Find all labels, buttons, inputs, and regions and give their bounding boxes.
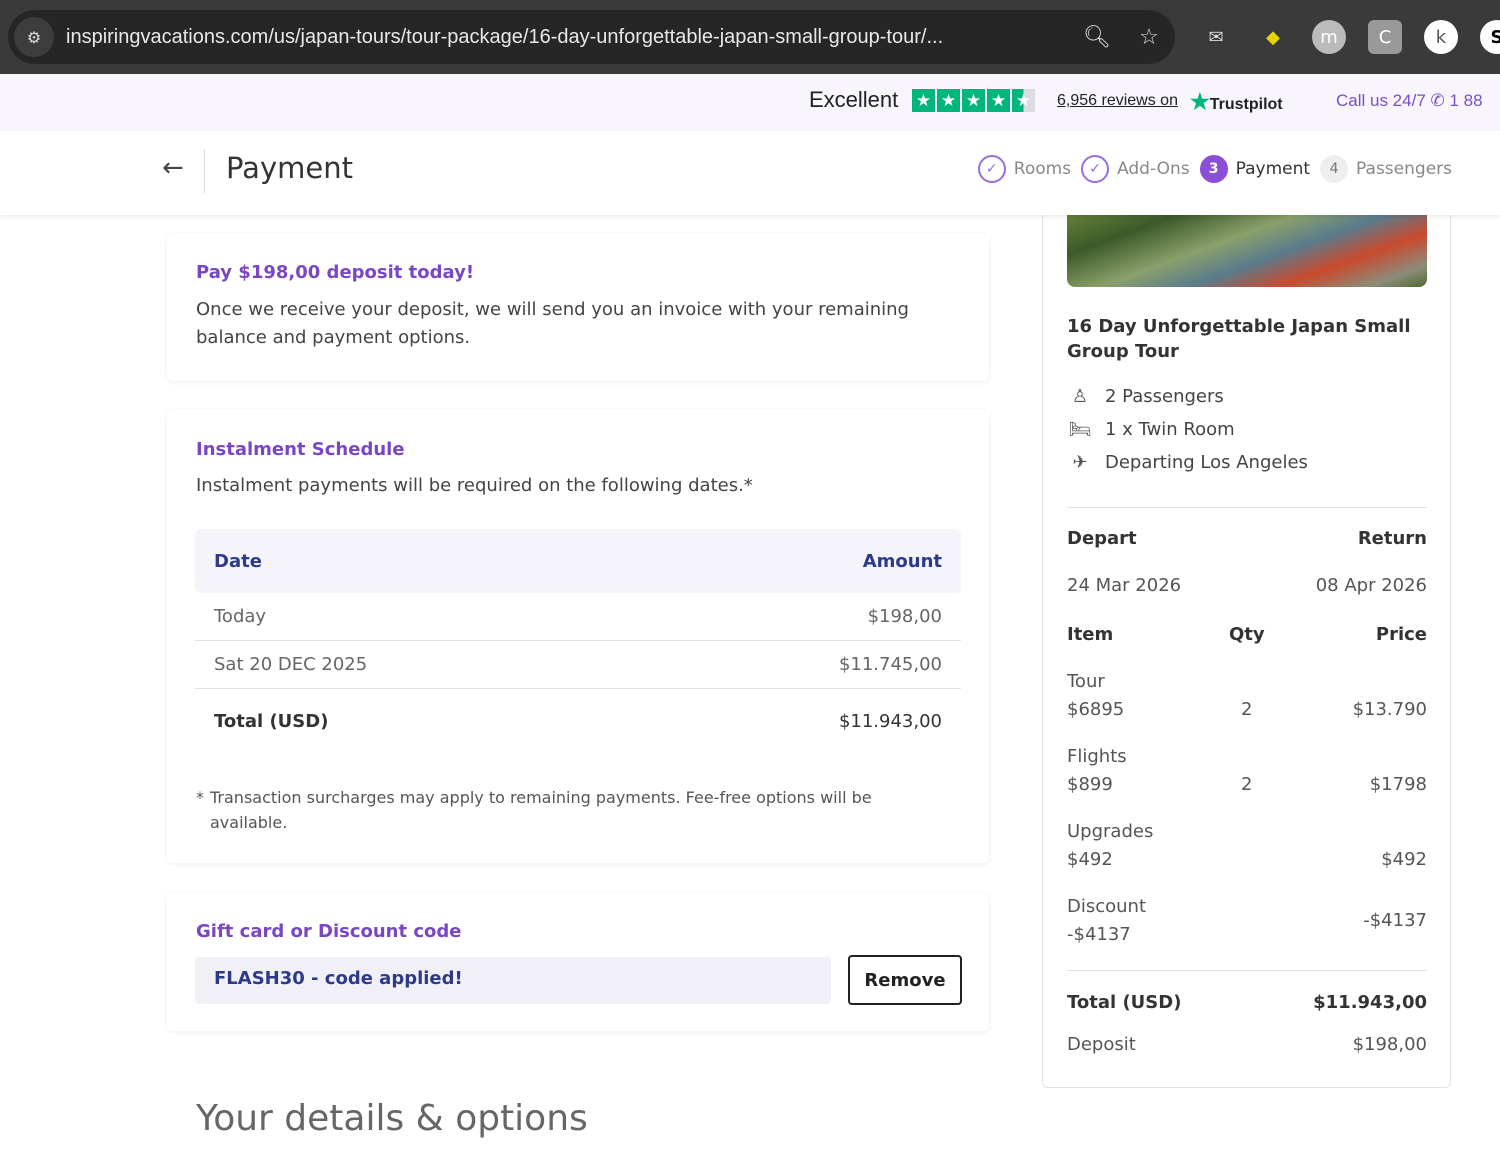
depart-date: 24 Mar 2026	[1067, 575, 1182, 596]
return-date: 08 Apr 2026	[1315, 575, 1427, 596]
instalment-text: Instalment payments will be required on …	[196, 475, 753, 496]
discount-card: Gift card or Discount code FLASH30 - cod…	[167, 893, 989, 1031]
c-extension-icon[interactable]: C	[1368, 20, 1402, 54]
call-us[interactable]: Call us 24/7 ✆ 1 88	[1336, 91, 1483, 111]
checkout-header: ← Payment ✓ Rooms ✓ Add-Ons 3 Payment 4 Pass…	[0, 131, 1500, 215]
profile-avatar[interactable]: S	[1480, 20, 1500, 54]
reviews-link[interactable]: 6,956 reviews on	[1057, 92, 1178, 110]
tour-title: 16 Day Unforgettable Japan Small Group T…	[1067, 316, 1411, 362]
discount-line: Discount -$4137 -$4137	[1067, 896, 1427, 945]
check-icon: ✓	[977, 155, 1006, 183]
summary-total: $11.943,00	[1313, 992, 1427, 1013]
surcharge-note: * Transaction surcharges may apply to rem…	[196, 788, 872, 832]
plane-icon: ✈	[1072, 452, 1088, 473]
browser-toolbar: ⚙ inspiringvacations.com/us/japan-tours/…	[0, 0, 1500, 74]
remove-button[interactable]: Remove	[848, 955, 962, 1005]
check-icon: ✓	[1081, 155, 1110, 183]
summary-deposit: $198,00	[1352, 1034, 1427, 1055]
zoom-icon[interactable]: 🔍︎	[1071, 25, 1123, 50]
back-arrow-icon[interactable]: ←	[162, 153, 184, 183]
rating-label: Excellent	[809, 87, 899, 112]
table-row: Today $198,00	[195, 593, 961, 641]
url-text[interactable]: inspiringvacations.com/us/japan-tours/to…	[66, 26, 1071, 49]
discount-code-field[interactable]: FLASH30 - code applied!	[195, 957, 831, 1004]
person-icon: ♙	[1071, 386, 1089, 407]
instalment-title: Instalment Schedule	[196, 439, 405, 460]
line-item: Flights $899 2 $1798	[1067, 746, 1427, 795]
step-passengers: 4 Passengers	[1320, 155, 1452, 183]
m-extension-icon[interactable]: m	[1312, 20, 1346, 54]
address-bar[interactable]: ⚙ inspiringvacations.com/us/japan-tours/…	[8, 10, 1175, 64]
discount-title: Gift card or Discount code	[196, 921, 462, 942]
deposit-card: Pay $198,00 deposit today! Once we recei…	[167, 234, 989, 381]
ruler-extension-icon[interactable]: ◆	[1256, 20, 1290, 54]
mail-extension-icon[interactable]: ✉	[1199, 20, 1233, 54]
bed-icon: 🛏︎	[1068, 419, 1092, 440]
rating-stars: ★ ★ ★ ★ ★	[912, 89, 1035, 112]
order-summary: 16 Day Unforgettable Japan Small Group T…	[1042, 180, 1451, 1088]
total-row: Total (USD) $11.943,00	[214, 710, 942, 732]
room-info: 🛏︎ 1 x Twin Room	[1068, 419, 1235, 440]
instalment-card: Instalment Schedule Instalment payments …	[167, 410, 989, 863]
table-row: Sat 20 DEC 2025 $11.745,00	[195, 641, 961, 689]
checkout-steps: ✓ Rooms ✓ Add-Ons 3 Payment 4 Passengers	[977, 155, 1452, 183]
details-heading: Your details & options	[196, 1098, 588, 1139]
step-rooms[interactable]: ✓ Rooms	[977, 155, 1071, 183]
k-extension-icon[interactable]: k	[1424, 20, 1458, 54]
line-item: Tour $6895 2 $13.790	[1067, 671, 1427, 720]
deposit-title: Pay $198,00 deposit today!	[196, 262, 475, 283]
site-settings-icon[interactable]: ⚙	[14, 17, 54, 57]
departing-info: ✈ Departing Los Angeles	[1067, 452, 1307, 473]
phone-icon: ✆	[1430, 91, 1445, 110]
instalment-table: Date Amount Today $198,00 Sat 20 DEC 2025 $…	[195, 529, 961, 753]
deposit-text: Once we receive your deposit, we will se…	[196, 299, 909, 348]
step-add-ons[interactable]: ✓ Add-Ons	[1081, 155, 1190, 183]
step-payment: 3 Payment	[1199, 155, 1310, 183]
line-item: Upgrades $492 $492	[1067, 821, 1427, 870]
bookmark-star-icon[interactable]: ☆	[1123, 25, 1175, 50]
passengers-info: ♙ 2 Passengers	[1067, 386, 1224, 407]
trustpilot-logo: ★Trustpilot	[1190, 89, 1283, 114]
trustpilot-bar: Excellent ★ ★ ★ ★ ★ 6,956 reviews on ★Trustp…	[0, 74, 1500, 131]
page-title: Payment	[226, 151, 353, 185]
